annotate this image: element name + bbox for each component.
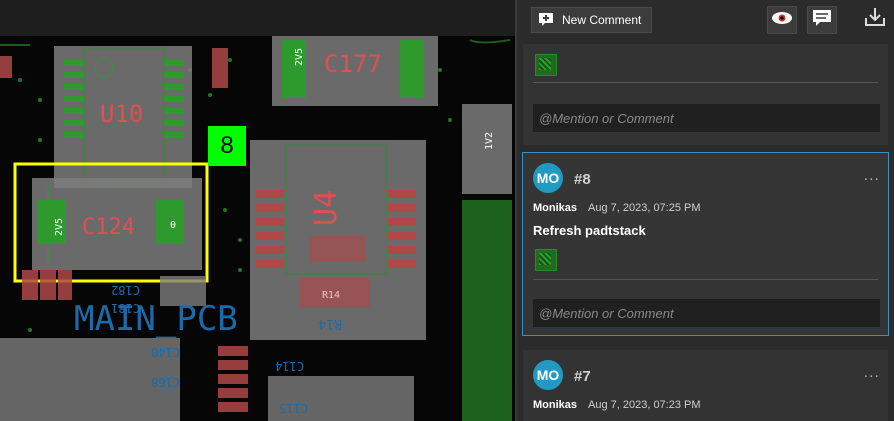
divider: [533, 279, 878, 280]
comment-card: @Mention or Comment: [523, 44, 888, 145]
mention-input[interactable]: @Mention or Comment: [533, 299, 880, 327]
svg-text:C115: C115: [279, 401, 308, 415]
svg-text:C182: C182: [111, 283, 140, 297]
svg-text:R14: R14: [318, 316, 342, 331]
comment-card-8[interactable]: MO #8 ... Monikas Aug 7, 2023, 07:25 PM …: [522, 152, 889, 336]
label-u4: U4: [309, 190, 344, 226]
attachment-thumbnail[interactable]: [535, 54, 557, 76]
comment-card-7[interactable]: MO #7 ... Monikas Aug 7, 2023, 07:23 PM: [523, 350, 888, 421]
label-c124: C124: [82, 215, 135, 240]
svg-text:C181: C181: [111, 301, 140, 315]
comment-timestamp: Aug 7, 2023, 07:25 PM: [588, 202, 701, 214]
avatar: MO: [533, 163, 563, 193]
component-u10[interactable]: U10: [54, 46, 192, 188]
svg-text:0: 0: [170, 220, 176, 231]
comment-author: Monikas: [533, 399, 578, 411]
divider: [533, 82, 878, 83]
canvas-toolbar: [0, 0, 515, 37]
new-comment-button[interactable]: New Comment: [531, 7, 653, 33]
label-r14: R14: [322, 290, 340, 301]
new-comment-icon: [538, 12, 554, 29]
download-button[interactable]: [861, 6, 889, 32]
comment-icon: [812, 9, 832, 32]
comment-number: #7: [574, 368, 591, 385]
pcb-board-view[interactable]: U10 C177 2V5 C124 2V5 0 R14 U4 R14 1V2 M…: [0, 36, 515, 421]
svg-text:1V2: 1V2: [484, 132, 495, 150]
pcb-canvas[interactable]: U10 C177 2V5 C124 2V5 0 R14 U4 R14 1V2 M…: [0, 0, 515, 421]
comments-panel: New Comment @Mention or Comment MO #8 ..…: [515, 0, 894, 421]
svg-text:C168: C168: [151, 375, 180, 389]
download-icon: [864, 7, 886, 32]
eye-icon: [771, 11, 793, 30]
attachment-thumbnail[interactable]: [535, 249, 557, 271]
comment-body: Refresh padtstack: [533, 223, 646, 238]
component-u4[interactable]: R14 U4 R14: [250, 140, 426, 340]
label-main-pcb: MAIN_PCB: [74, 299, 238, 339]
comments-view-button[interactable]: [807, 6, 837, 34]
svg-text:2V5: 2V5: [294, 48, 305, 66]
component-c124[interactable]: C124 2V5 0: [32, 178, 202, 270]
avatar: MO: [533, 360, 563, 390]
new-comment-label: New Comment: [562, 13, 642, 27]
svg-text:C114: C114: [275, 359, 304, 373]
mention-input[interactable]: @Mention or Comment: [533, 104, 880, 132]
label-c177: C177: [324, 50, 382, 78]
comment-menu-button[interactable]: ...: [864, 167, 880, 185]
component-c177[interactable]: C177 2V5: [272, 36, 438, 106]
comment-timestamp: Aug 7, 2023, 07:23 PM: [588, 399, 701, 411]
comment-menu-button[interactable]: ...: [864, 364, 880, 382]
svg-text:C140: C140: [151, 345, 180, 359]
label-u10: U10: [100, 100, 143, 128]
svg-text:2V5: 2V5: [54, 218, 65, 236]
comment-marker-8[interactable]: 8: [208, 126, 246, 166]
toggle-visibility-button[interactable]: [767, 6, 797, 34]
comment-number: #8: [574, 171, 591, 188]
comment-author: Monikas: [533, 202, 578, 214]
comments-toolbar: New Comment: [517, 0, 894, 36]
